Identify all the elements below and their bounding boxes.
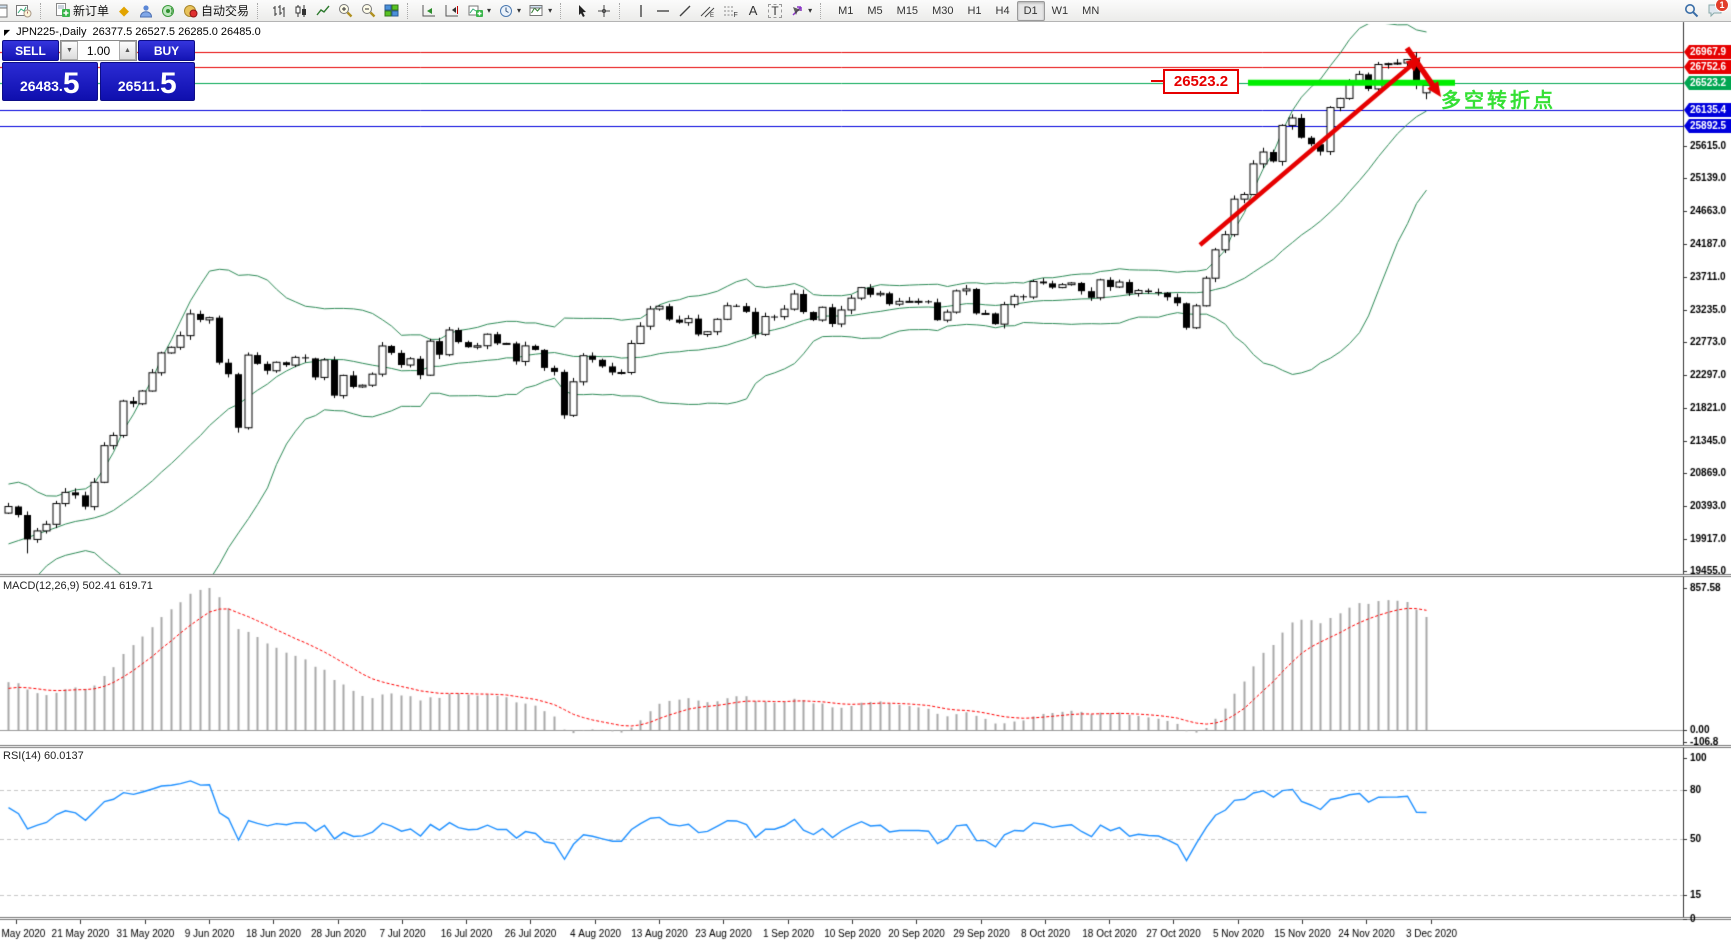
- svg-text:E: E: [710, 13, 714, 18]
- dropdown-caret-icon: ▾: [548, 6, 553, 15]
- sell-price-button[interactable]: 26483. 5: [2, 62, 98, 101]
- toolbar-separator: [619, 2, 627, 19]
- toolbar-separator: [820, 2, 828, 19]
- chart-shift-icon[interactable]: [442, 2, 463, 20]
- panel-expand-icon[interactable]: ◤: [4, 28, 10, 37]
- auto-scroll-icon[interactable]: [419, 2, 440, 20]
- chart-symbol-period: JPN225-,Daily: [16, 26, 87, 38]
- toolbar-separator: [257, 2, 265, 19]
- tab-timeframe-mn[interactable]: MN: [1075, 1, 1106, 21]
- metaeditor-icon[interactable]: ◆: [114, 2, 134, 20]
- search-icon[interactable]: [1681, 1, 1702, 19]
- buy-price-button[interactable]: 26511. 5: [99, 62, 195, 101]
- volume-increase-button[interactable]: ▲: [119, 41, 136, 60]
- new-chart-icon[interactable]: [0, 2, 11, 20]
- rsi-indicator-label: RSI(14) 60.0137: [3, 750, 84, 762]
- indicators-add-icon[interactable]: ▾: [465, 2, 494, 20]
- tab-timeframe-d1[interactable]: D1: [1016, 0, 1045, 21]
- tab-timeframe-m1[interactable]: M1: [831, 1, 860, 21]
- toolbar-separator: [560, 2, 568, 19]
- spin-up-icon: ▲: [124, 47, 131, 54]
- toolbar: 新订单 ◆ 自动交易 ▾ ▾ ▾ E F A T ▾ M1 M5 M15 M30…: [0, 0, 1731, 22]
- horizontal-line-icon[interactable]: [653, 2, 673, 20]
- buy-price: 26511.: [117, 78, 160, 94]
- macd-indicator-label: MACD(12,26,9) 502.41 619.71: [3, 580, 153, 592]
- dropdown-caret-icon: ▾: [517, 6, 522, 15]
- new-order-label: 新订单: [73, 4, 110, 18]
- toolbar-separator: [40, 2, 48, 19]
- volume-value[interactable]: 1.00: [78, 41, 119, 60]
- candlestick-chart-icon[interactable]: [291, 2, 311, 20]
- toolbar-separator: [407, 2, 415, 19]
- tab-timeframe-m15[interactable]: M15: [890, 1, 925, 21]
- bar-chart-icon[interactable]: [269, 2, 289, 20]
- auto-trading-label: 自动交易: [201, 4, 250, 18]
- chat-icon[interactable]: 1: [1704, 0, 1729, 19]
- one-click-trading-panel: SELL ▼ 1.00 ▲ BUY 26483. 5 26511. 5: [2, 40, 195, 101]
- tab-timeframe-h1[interactable]: H1: [960, 1, 988, 21]
- volume-stepper: ▼ 1.00 ▲: [60, 40, 137, 61]
- templates-icon[interactable]: ▾: [526, 2, 555, 20]
- line-chart-icon[interactable]: [313, 2, 333, 20]
- trendline-icon[interactable]: [675, 2, 695, 20]
- arrows-icon[interactable]: ▾: [787, 2, 815, 20]
- zoom-in-icon[interactable]: [335, 2, 356, 20]
- periods-icon[interactable]: ▾: [496, 2, 524, 20]
- channel-icon[interactable]: E: [697, 2, 718, 20]
- tab-timeframe-m30[interactable]: M30: [925, 1, 960, 21]
- tab-timeframe-h4[interactable]: H4: [989, 1, 1017, 21]
- turning-point-text[interactable]: 多空转折点: [1441, 84, 1556, 113]
- new-order-icon[interactable]: 新订单: [52, 2, 112, 20]
- fibo-letter: F: [734, 12, 738, 18]
- zoom-out-icon[interactable]: [358, 2, 379, 20]
- dropdown-caret-icon: ▾: [487, 6, 492, 15]
- price-label-dash: [1151, 80, 1163, 82]
- cursor-icon[interactable]: [572, 2, 592, 20]
- chart-ohlc-readout: 26377.5 26527.5 26285.0 26485.0: [92, 26, 261, 38]
- crosshair-icon[interactable]: [594, 2, 614, 20]
- tile-windows-icon[interactable]: [381, 2, 402, 20]
- tab-timeframe-m5[interactable]: M5: [860, 1, 889, 21]
- vertical-line-icon[interactable]: [631, 2, 651, 20]
- spin-down-icon: ▼: [66, 47, 73, 54]
- news-icon[interactable]: [158, 2, 178, 20]
- fibonacci-icon[interactable]: F: [720, 2, 741, 20]
- notification-badge: 1: [1715, 0, 1729, 12]
- volume-decrease-button[interactable]: ▼: [61, 41, 78, 60]
- support-price-label[interactable]: 26523.2: [1151, 69, 1239, 94]
- sell-price: 26483.: [19, 78, 63, 94]
- sell-button[interactable]: SELL: [2, 40, 59, 61]
- text-icon[interactable]: A: [743, 2, 763, 20]
- autotrading-icon[interactable]: 自动交易: [180, 2, 252, 20]
- label-icon[interactable]: T: [765, 2, 785, 20]
- profiles-icon[interactable]: [13, 2, 35, 20]
- tab-timeframe-w1[interactable]: W1: [1045, 1, 1076, 21]
- buy-button[interactable]: BUY: [138, 40, 195, 61]
- price-chart-canvas[interactable]: [0, 0, 1731, 941]
- dropdown-caret-icon: ▾: [808, 6, 813, 15]
- terminal-icon[interactable]: [136, 2, 156, 20]
- chart-header: ◤ JPN225-,Daily 26377.5 26527.5 26285.0 …: [4, 26, 261, 38]
